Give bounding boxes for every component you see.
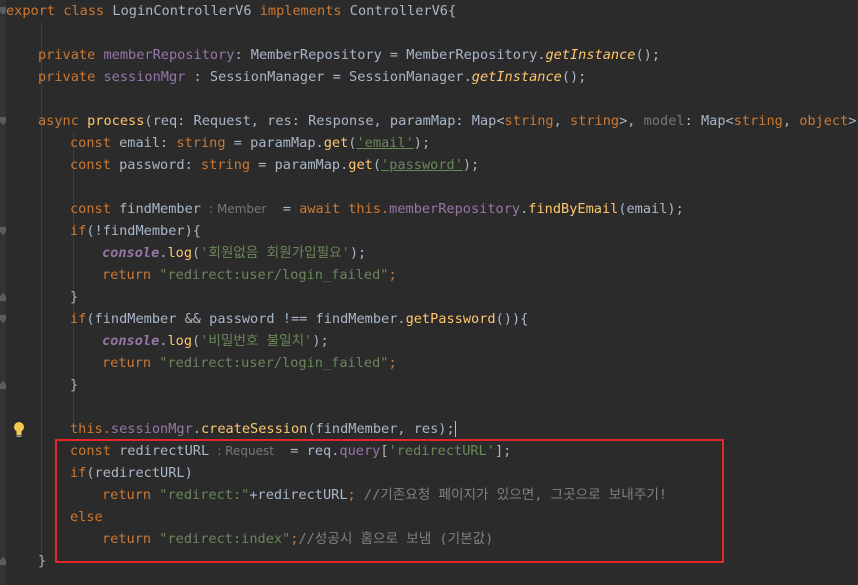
indent-guide: [73, 330, 74, 374]
code-line[interactable]: const findMember : Member = await this.m…: [70, 198, 684, 220]
code-line[interactable]: if(findMember && password !== findMember…: [70, 308, 528, 330]
code-line[interactable]: console.log('회원없음 회원가입필요');: [102, 242, 366, 264]
indent-guide: [73, 242, 74, 286]
code-line[interactable]: private memberRepository: MemberReposito…: [38, 44, 660, 66]
code-line[interactable]: if(!findMember){: [70, 220, 201, 242]
fold-marker-icon[interactable]: [0, 557, 6, 565]
lightbulb-icon[interactable]: [12, 421, 26, 439]
code-line[interactable]: async process(req: Request, res: Respons…: [38, 110, 858, 132]
indent-guide: [41, 22, 42, 562]
code-line[interactable]: const password: string = paramMap.get('p…: [70, 154, 479, 176]
code-line[interactable]: const email: string = paramMap.get('emai…: [70, 132, 430, 154]
code-line[interactable]: private sessionMgr : SessionManager = Se…: [38, 66, 586, 88]
code-line[interactable]: }: [38, 550, 46, 572]
code-editor[interactable]: export class LoginControllerV6 implement…: [0, 0, 858, 585]
code-line[interactable]: console.log('비밀번호 불일치');: [102, 330, 329, 352]
fold-marker-icon[interactable]: [0, 227, 6, 235]
code-line[interactable]: return "redirect:user/login_failed";: [102, 352, 397, 374]
code-line[interactable]: }: [70, 374, 78, 396]
type-hint: : Member: [209, 202, 267, 216]
code-line[interactable]: this.sessionMgr.createSession(findMember…: [70, 418, 456, 440]
fold-marker-icon[interactable]: [0, 381, 6, 389]
code-line[interactable]: return "redirect:user/login_failed";: [102, 264, 397, 286]
text-caret: [454, 421, 456, 437]
highlight-box: [55, 439, 724, 563]
code-line[interactable]: }: [70, 286, 78, 308]
fold-marker-icon[interactable]: [0, 117, 6, 125]
fold-marker-icon[interactable]: [0, 293, 6, 301]
fold-marker-icon[interactable]: [0, 315, 6, 323]
code-line[interactable]: export class LoginControllerV6 implement…: [6, 0, 456, 22]
